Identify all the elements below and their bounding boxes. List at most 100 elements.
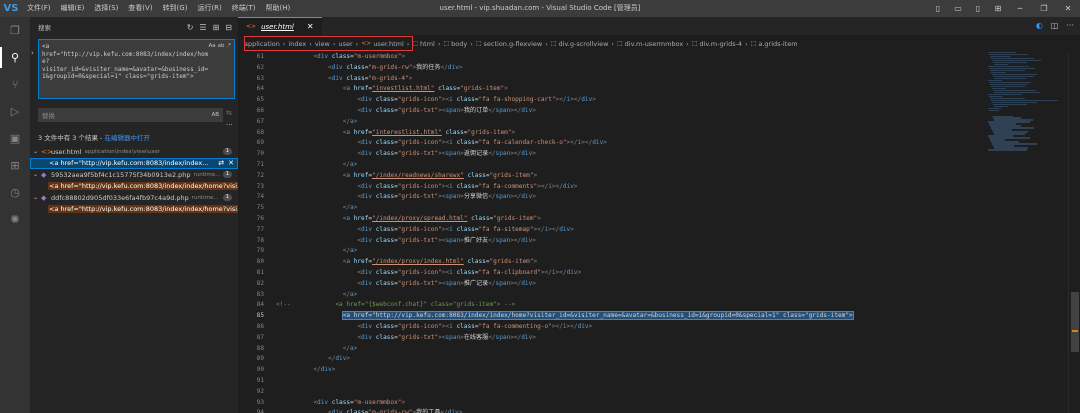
maximize-button[interactable]: ❐ xyxy=(1032,4,1056,13)
code-token: ></ xyxy=(555,268,567,276)
breadcrumb-item[interactable]: div.m-grids-4 xyxy=(699,40,742,48)
line-number: 74 xyxy=(256,193,264,201)
timeline-icon[interactable]: ◷ xyxy=(0,179,30,206)
minimap-line xyxy=(989,109,999,111)
menu-item-1[interactable]: 编辑(E) xyxy=(56,0,90,17)
replace-icon[interactable]: ⇄ xyxy=(218,159,224,167)
code-line[interactable]: 62 <div class="m-grids-rw">我的任务</div> xyxy=(238,63,1080,74)
result-file-php-1[interactable]: ⌄ ◆ 59532aea9f5bf4c1c15775f34b0913e2.php… xyxy=(30,169,238,181)
menu-item-4[interactable]: 转到(G) xyxy=(158,0,193,17)
extensions-icon[interactable]: ⊞ xyxy=(0,152,30,179)
breadcrumb-item[interactable]: div.g-scrollview xyxy=(559,40,609,48)
refresh-icon[interactable]: ↻ xyxy=(187,23,194,32)
code-line[interactable]: 65 <div class="grids-icon"><i class="fa … xyxy=(238,95,1080,106)
code-line[interactable]: 66 <div class="grids-txt"><span>我的订单</sp… xyxy=(238,106,1080,117)
collapse-all-icon[interactable]: ⊟ xyxy=(225,23,232,32)
clear-results-icon[interactable]: ☰ xyxy=(199,23,206,32)
match-whole-word-toggle[interactable]: ab xyxy=(218,43,225,49)
layout-panel-icon[interactable]: ▭ xyxy=(948,4,968,13)
menu-item-6[interactable]: 终端(T) xyxy=(227,0,261,17)
match-case-toggle[interactable]: Aa xyxy=(208,43,215,49)
result-file-php-2[interactable]: ⌄ ◆ ddfc88802d905df033e6fa4fb97c4a9d.php… xyxy=(30,192,238,204)
open-in-editor-link[interactable]: 在编辑器中打开 xyxy=(104,134,150,142)
code-line[interactable]: 69 <div class="grids-icon"><i class="fa … xyxy=(238,138,1080,149)
result-file-user-html[interactable]: ⌄ <> user.html application\index\view\us… xyxy=(30,146,238,158)
code-line[interactable]: 93 <div class="m-usermmbox"> xyxy=(238,398,1080,409)
code-line[interactable]: 89 </div> xyxy=(238,354,1080,365)
remote-explorer-icon[interactable]: ▣ xyxy=(0,125,30,152)
replace-all-icon[interactable]: ⇆ xyxy=(226,109,232,117)
code-editor[interactable]: 61 <div class="m-usermmbox"> 62 <div clas… xyxy=(238,52,1080,413)
code-line[interactable]: 82 <div class="grids-txt"><span>推广记录</sp… xyxy=(238,279,1080,290)
code-line[interactable]: 73 <div class="grids-icon"><i class="fa … xyxy=(238,182,1080,193)
code-line[interactable]: 94 <div class="m-grids-rw">我的工具</div> xyxy=(238,408,1080,413)
chevron-down-icon: ⌄ xyxy=(33,148,39,156)
code-line[interactable]: 87 <div class="grids-txt"><span>在线客服</sp… xyxy=(238,333,1080,344)
explorer-icon[interactable]: ❐ xyxy=(0,17,30,44)
result-match-line[interactable]: <a href="http://vip.kefu.com:8083/index/… xyxy=(30,181,238,193)
close-tab-icon[interactable]: ✕ xyxy=(307,22,314,31)
minimap[interactable] xyxy=(988,52,1058,232)
code-line[interactable]: 78 <div class="grids-txt"><span>推广好友</sp… xyxy=(238,236,1080,247)
code-line[interactable]: 67 </a> xyxy=(238,117,1080,128)
toggle-replace-chevron-icon[interactable]: › xyxy=(31,49,34,57)
code-line[interactable]: 64 <a href="investlist.html" class="grid… xyxy=(238,84,1080,95)
code-line[interactable]: 72 <a href="/index/readnews/sharewx" cla… xyxy=(238,171,1080,182)
menu-item-2[interactable]: 选择(S) xyxy=(89,0,123,17)
breadcrumb-item[interactable]: body xyxy=(451,40,467,48)
result-match-line[interactable]: <a href="http://vip.kefu.com:8083/index/… xyxy=(30,157,238,169)
code-line[interactable]: 63 <div class="m-grids-4"> xyxy=(238,74,1080,85)
copilot-icon[interactable]: ◐ xyxy=(1036,21,1043,30)
menu-item-5[interactable]: 运行(R) xyxy=(192,0,226,17)
menu-item-0[interactable]: 文件(F) xyxy=(22,0,56,17)
code-line[interactable]: 71 </a> xyxy=(238,160,1080,171)
search-input[interactable]: <a href="http://vip.kefu.com:8083/index/… xyxy=(38,39,235,99)
toggle-search-details-icon[interactable]: ··· xyxy=(226,121,233,129)
layout-secondary-icon[interactable]: ▯ xyxy=(968,4,988,13)
preserve-case-toggle[interactable]: AB xyxy=(211,112,219,118)
code-line[interactable]: 77 <div class="grids-icon"><i class="fa … xyxy=(238,225,1080,236)
code-line[interactable]: 83 </a> xyxy=(238,290,1080,301)
code-line[interactable]: 91 xyxy=(238,376,1080,387)
breadcrumb-item[interactable]: section.g-flexview xyxy=(484,40,543,48)
breadcrumb-item[interactable]: html xyxy=(420,40,435,48)
more-actions-icon[interactable]: ··· xyxy=(1066,21,1074,30)
code-line[interactable]: 68 <a href="interestlist.html" class="gr… xyxy=(238,128,1080,139)
code-line[interactable]: 86 <div class="grids-icon"><i class="fa … xyxy=(238,322,1080,333)
code-line[interactable]: 81 <div class="grids-icon"><i class="fa … xyxy=(238,268,1080,279)
search-icon[interactable]: ⚲ xyxy=(0,44,30,71)
gpt-icon[interactable]: ✺ xyxy=(0,206,30,233)
code-line[interactable]: 84 <!-- <a href="{$webconf.chat}" class="… xyxy=(238,300,1080,311)
source-control-icon[interactable]: ⑂ xyxy=(0,71,30,98)
scrollbar-thumb[interactable] xyxy=(1071,292,1079,352)
layout-customize-icon[interactable]: ⊞ xyxy=(988,4,1008,13)
run-debug-icon[interactable]: ▷ xyxy=(0,98,30,125)
code-line[interactable]: 70 <div class="grids-txt"><span>返佣记录</sp… xyxy=(238,149,1080,160)
split-editor-icon[interactable]: ◫ xyxy=(1051,21,1059,30)
new-search-editor-icon[interactable]: ⊞ xyxy=(213,23,220,32)
dismiss-icon[interactable]: ✕ xyxy=(228,159,234,167)
code-line[interactable]: 88 </a> xyxy=(238,344,1080,355)
code-token: class xyxy=(456,182,475,190)
close-window-button[interactable]: ✕ xyxy=(1056,4,1080,13)
layout-sidebar-icon[interactable]: ▯ xyxy=(928,4,948,13)
breadcrumb-item[interactable]: a.grids-item xyxy=(758,40,797,48)
code-line[interactable]: 80 <a href="/index/proxy/index.html" cla… xyxy=(238,257,1080,268)
breadcrumb-item[interactable]: div.m-usermmbox xyxy=(625,40,684,48)
menu-item-3[interactable]: 查看(V) xyxy=(123,0,157,17)
code-line[interactable]: 90 </div> xyxy=(238,365,1080,376)
use-regex-toggle[interactable]: .* xyxy=(227,43,232,49)
code-line[interactable]: 75 </a> xyxy=(238,203,1080,214)
code-line[interactable]: 85 <a href="http://vip.kefu.com:8083/ind… xyxy=(238,311,1080,322)
code-line[interactable]: 76 <a href="/index/proxy/spread.html" cl… xyxy=(238,214,1080,225)
code-line[interactable]: 74 <div class="grids-txt"><span>分享微信</sp… xyxy=(238,192,1080,203)
minimize-button[interactable]: ─ xyxy=(1008,4,1032,13)
code-line[interactable]: 92 xyxy=(238,387,1080,398)
tab-user-html[interactable]: <> user.html ✕ xyxy=(238,17,322,35)
menu-item-7[interactable]: 帮助(H) xyxy=(261,0,296,17)
code-line[interactable]: 61 <div class="m-usermmbox"> xyxy=(238,52,1080,63)
code-line[interactable]: 79 </a> xyxy=(238,246,1080,257)
vertical-scrollbar[interactable] xyxy=(1068,52,1080,413)
result-match-line[interactable]: <a href="http://vip.kefu.com:8083/index/… xyxy=(30,204,238,216)
replace-input[interactable]: 替换 AB xyxy=(38,108,223,122)
